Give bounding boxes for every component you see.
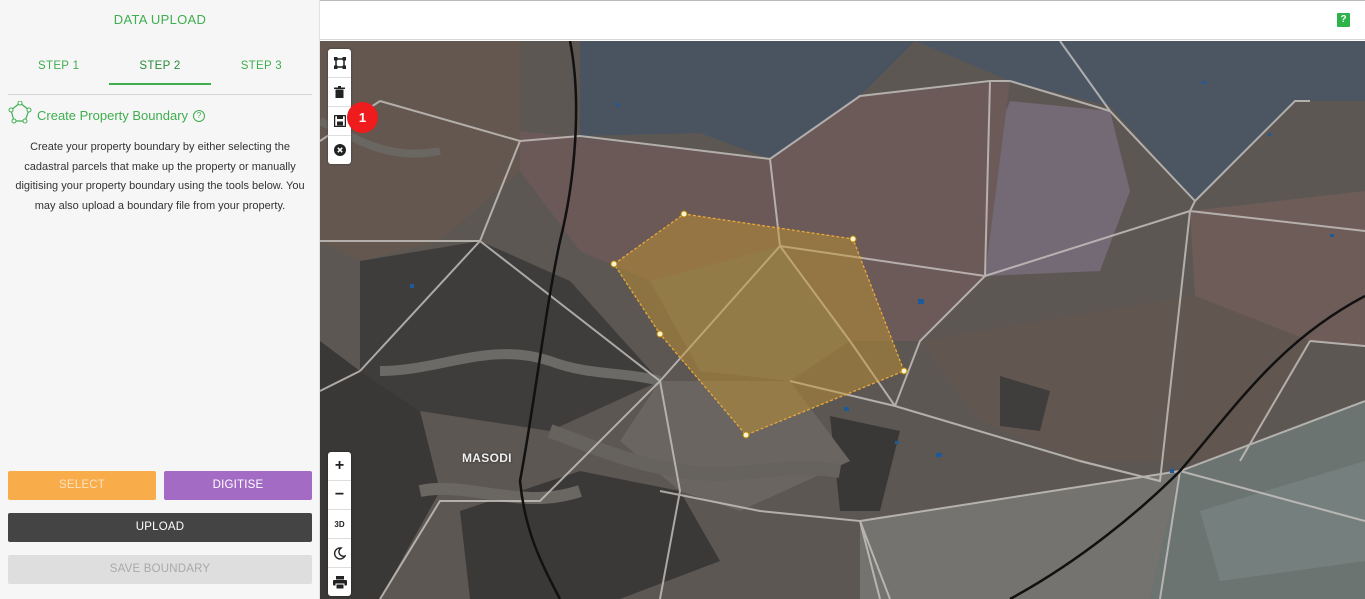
polygon-icon (333, 57, 346, 69)
print-icon (332, 575, 347, 589)
draw-toolbar (328, 49, 351, 164)
polygon-tool-button[interactable] (328, 49, 351, 78)
map-view[interactable]: + − 3D (320, 41, 1365, 599)
map-nav-toolbar: + − 3D (328, 452, 351, 596)
delete-tool-button[interactable] (328, 78, 351, 107)
map-place-label: MASODI (462, 451, 512, 465)
section-title: Create Property Boundary (37, 108, 189, 123)
select-button[interactable]: SELECT (8, 471, 156, 500)
step-tabs: STEP 1 STEP 2 STEP 3 (8, 44, 312, 95)
help-button[interactable]: ? (1337, 13, 1350, 27)
polygon-draw-icon (8, 100, 32, 130)
zoom-out-icon[interactable]: − (328, 481, 351, 510)
tab-step-1[interactable]: STEP 1 (8, 44, 109, 94)
save-icon (333, 115, 346, 127)
save-boundary-button[interactable]: SAVE BOUNDARY (8, 555, 312, 584)
top-bar: ? (320, 0, 1365, 40)
section-header: Create Property Boundary ? (8, 100, 206, 130)
panel-title: DATA UPLOAD (113, 12, 207, 27)
cancel-tool-button[interactable] (328, 136, 351, 164)
trash-icon (334, 86, 345, 98)
zoom-in-icon[interactable]: + (328, 452, 351, 481)
tab-step-2[interactable]: STEP 2 (109, 44, 211, 94)
left-panel: DATA UPLOAD STEP 1 STEP 2 STEP 3 Create … (0, 0, 320, 599)
help-icon[interactable]: ? (193, 109, 206, 122)
step-badge: 1 (347, 102, 378, 133)
section-description: Create your property boundary by either … (15, 141, 305, 212)
close-circle-icon (333, 144, 346, 156)
digitise-button[interactable]: DIGITISE (164, 471, 312, 500)
3d-icon[interactable]: 3D (328, 510, 351, 539)
tab-step-3[interactable]: STEP 3 (211, 44, 312, 94)
map-canvas (320, 41, 1365, 599)
print-button[interactable] (328, 568, 351, 596)
night-mode-icon (333, 546, 346, 560)
upload-button[interactable]: UPLOAD (8, 513, 312, 542)
night-mode-button[interactable] (328, 539, 351, 568)
